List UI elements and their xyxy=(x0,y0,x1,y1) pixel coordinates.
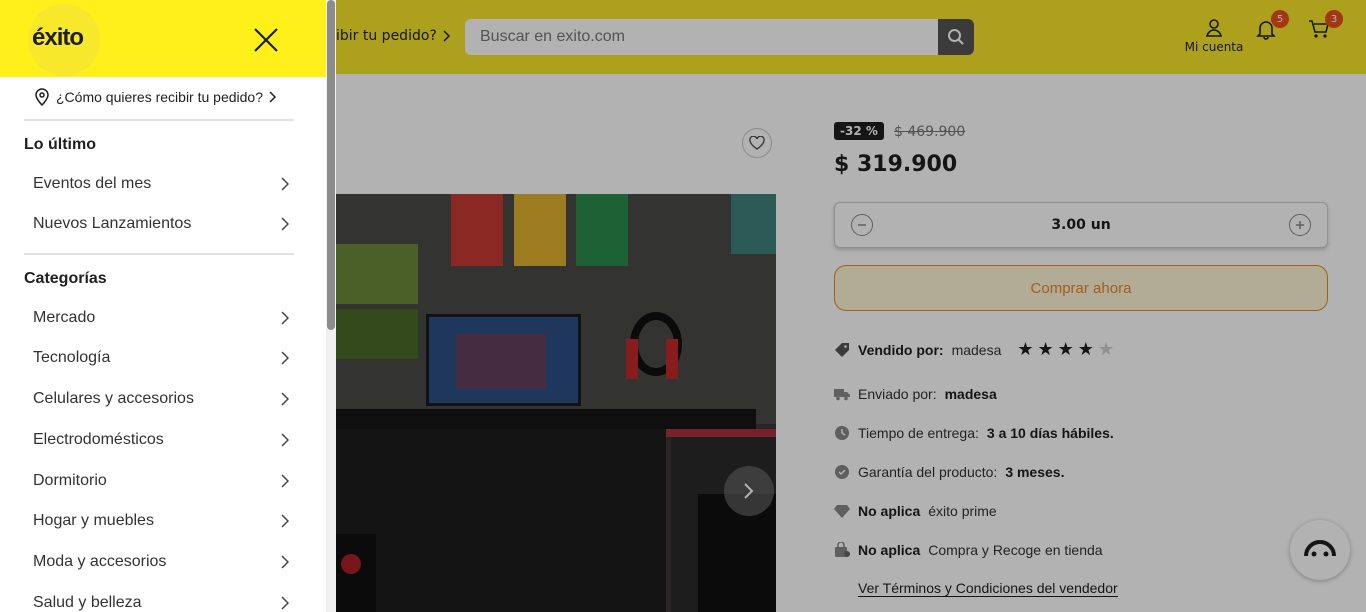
menu-item-electrodomesticos[interactable]: Electrodomésticos xyxy=(33,428,289,452)
menu-item-hogar-y-muebles[interactable]: Hogar y muebles xyxy=(33,509,289,533)
menu-item-label: Salud y belleza xyxy=(33,594,142,611)
exito-logo[interactable]: éxito xyxy=(32,24,84,52)
chevron-right-icon xyxy=(281,177,289,191)
delivery-location-selector[interactable]: ¿Cómo quieres recibir tu pedido? xyxy=(34,88,277,106)
menu-item-nuevos-lanzamientos[interactable]: Nuevos Lanzamientos xyxy=(33,212,289,236)
drawer-scrollbar-thumb[interactable] xyxy=(327,0,335,330)
chevron-right-icon xyxy=(281,433,289,447)
chevron-right-icon xyxy=(281,514,289,528)
chevron-right-icon xyxy=(269,91,277,103)
menu-item-tecnologia[interactable]: Tecnología xyxy=(33,346,289,370)
chevron-right-icon xyxy=(281,596,289,610)
chevron-right-icon xyxy=(281,474,289,488)
chevron-right-icon xyxy=(281,555,289,569)
menu-item-dormitorio[interactable]: Dormitorio xyxy=(33,469,289,493)
chevron-right-icon xyxy=(281,392,289,406)
menu-item-salud-y-belleza[interactable]: Salud y belleza xyxy=(33,591,289,612)
chevron-right-icon xyxy=(281,217,289,231)
menu-item-label: Electrodomésticos xyxy=(33,431,164,448)
menu-item-label: Dormitorio xyxy=(33,472,107,489)
section-title-latest: Lo último xyxy=(24,136,96,153)
menu-item-mercado[interactable]: Mercado xyxy=(33,306,289,330)
close-icon[interactable] xyxy=(252,26,280,54)
menu-item-moda[interactable]: Moda y accesorios xyxy=(33,550,289,574)
navigation-drawer: éxito ¿Cómo quieres recibir tu pedido? L… xyxy=(0,0,336,612)
chevron-right-icon xyxy=(281,351,289,365)
menu-item-label: Mercado xyxy=(33,309,96,326)
location-text: ¿Cómo quieres recibir tu pedido? xyxy=(56,89,263,105)
chevron-right-icon xyxy=(281,311,289,325)
drawer-header: éxito xyxy=(0,0,326,77)
menu-item-eventos-del-mes[interactable]: Eventos del mes xyxy=(33,172,289,196)
menu-item-label: Tecnología xyxy=(33,349,111,366)
section-title-categories: Categorías xyxy=(24,270,107,287)
menu-item-label: Hogar y muebles xyxy=(33,512,154,529)
location-pin-icon xyxy=(35,88,49,106)
menu-item-label: Moda y accesorios xyxy=(33,553,167,570)
menu-item-label: Eventos del mes xyxy=(33,175,152,192)
page: ibir tu pedido? Mi cuenta 5 3 xyxy=(0,0,1366,612)
divider xyxy=(24,119,294,121)
divider xyxy=(24,253,294,255)
menu-item-label: Nuevos Lanzamientos xyxy=(33,215,192,232)
menu-item-celulares[interactable]: Celulares y accesorios xyxy=(33,387,289,411)
menu-item-label: Celulares y accesorios xyxy=(33,390,194,407)
